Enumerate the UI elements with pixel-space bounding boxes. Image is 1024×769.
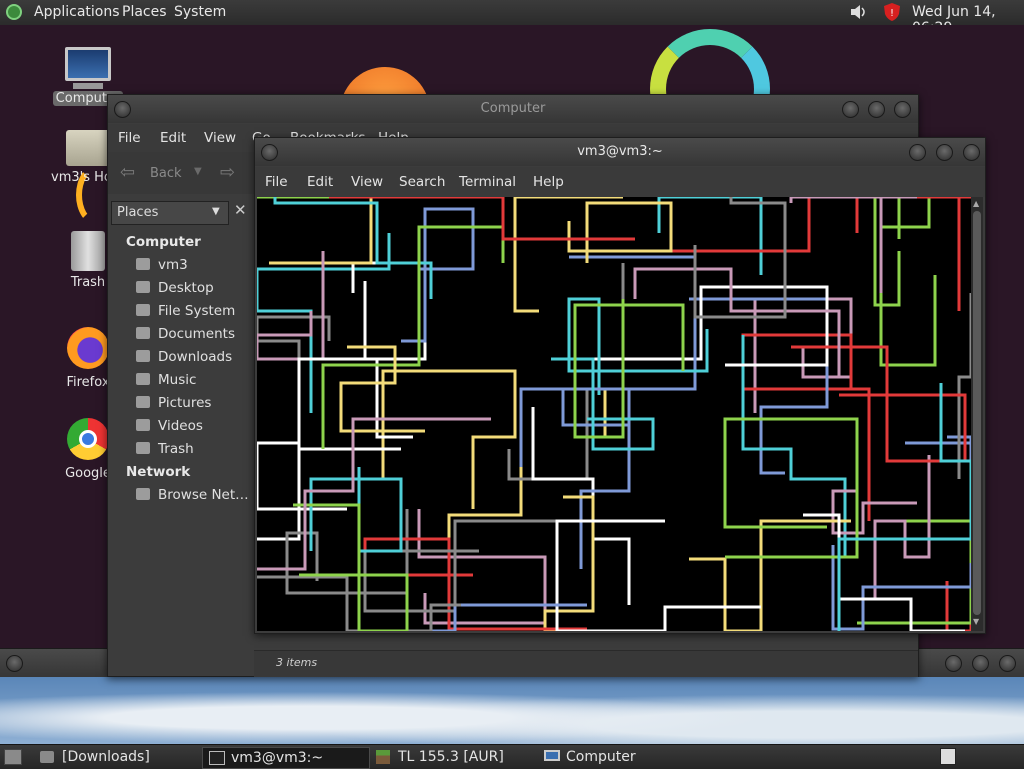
window-menu-button[interactable]	[261, 144, 278, 161]
close-button[interactable]	[963, 144, 980, 161]
places-menu[interactable]: Places	[122, 4, 167, 20]
sidebar-item-desktop[interactable]: Desktop	[108, 277, 254, 300]
show-desktop-icon[interactable]	[4, 749, 22, 765]
trash-icon	[71, 231, 105, 271]
scrollbar-thumb[interactable]	[973, 211, 981, 615]
volume-icon[interactable]	[850, 4, 868, 20]
file-manager-title: Computer	[480, 101, 546, 116]
menu-search[interactable]: Search	[399, 174, 445, 190]
sidebar-item-browse-network[interactable]: Browse Net…	[108, 484, 254, 507]
folder-icon	[136, 327, 150, 339]
desktop-icon-label: Trash	[70, 275, 106, 290]
terminal-scrollbar[interactable]: ▲ ▼	[971, 197, 983, 631]
workspace-switcher-icon[interactable]	[940, 748, 956, 765]
terminal-window: vm3@vm3:~ File Edit View Search Terminal…	[254, 137, 986, 634]
maximize-button[interactable]	[972, 655, 989, 672]
menu-help[interactable]: Help	[533, 174, 564, 190]
terminal-menubar: File Edit View Search Terminal Help	[255, 167, 985, 197]
sidebar-item-pictures[interactable]: Pictures	[108, 392, 254, 415]
drive-icon	[136, 304, 150, 316]
terminal-screen[interactable]	[257, 197, 971, 631]
places-sidebar: Places ▼ ✕ Computer vm3 Desktop File Sys…	[108, 195, 254, 645]
svg-text:!: !	[890, 8, 894, 19]
menu-file[interactable]: File	[265, 174, 288, 190]
taskbar-item-terminal[interactable]: vm3@vm3:~	[202, 747, 370, 769]
computer-icon	[544, 750, 560, 761]
computer-icon	[65, 47, 111, 81]
terminal-titlebar[interactable]: vm3@vm3:~	[255, 138, 985, 166]
folder-icon	[136, 350, 150, 362]
maximize-button[interactable]	[936, 144, 953, 161]
folder-icon	[136, 281, 150, 293]
folder-icon	[136, 419, 150, 431]
folder-icon	[136, 396, 150, 408]
minimize-button[interactable]	[909, 144, 926, 161]
taskbar: [Downloads] vm3@vm3:~ TL 155.3 [AUR] Com…	[0, 744, 1024, 769]
sidebar-item-downloads[interactable]: Downloads	[108, 346, 254, 369]
sidebar-item-trash[interactable]: Trash	[108, 438, 254, 461]
sky-wallpaper	[0, 677, 1024, 745]
minecraft-icon	[376, 750, 390, 764]
back-dropdown-icon[interactable]: ▼	[194, 166, 202, 177]
chrome-icon	[67, 418, 109, 460]
sidebar-heading-computer: Computer	[126, 234, 201, 250]
taskbar-item-minecraft[interactable]: TL 155.3 [AUR]	[372, 747, 532, 767]
menu-edit[interactable]: Edit	[307, 174, 333, 190]
window-menu-button[interactable]	[6, 655, 23, 672]
terminal-icon	[209, 751, 225, 765]
top-panel: Applications Places System ! Wed Jun 14,…	[0, 0, 1024, 36]
terminal-title: vm3@vm3:~	[577, 144, 663, 159]
folder-icon	[40, 751, 54, 763]
sidebar-item-music[interactable]: Music	[108, 369, 254, 392]
menu-view[interactable]: View	[204, 130, 236, 146]
sidebar-item-file-system[interactable]: File System	[108, 300, 254, 323]
menu-file[interactable]: File	[118, 130, 141, 146]
back-arrow-icon[interactable]: ⇦	[120, 162, 135, 183]
trash-icon	[136, 442, 150, 454]
close-sidebar-icon[interactable]: ✕	[234, 201, 247, 219]
menu-terminal[interactable]: Terminal	[459, 174, 516, 190]
desktop-icon-label: Firefox	[66, 375, 110, 390]
distro-logo-icon[interactable]	[6, 4, 22, 20]
sidebar-heading-network: Network	[126, 464, 191, 480]
shield-update-icon[interactable]: !	[882, 2, 902, 22]
applications-menu[interactable]: Applications	[34, 4, 120, 20]
window-menu-button[interactable]	[114, 101, 131, 118]
forward-arrow-icon[interactable]: ⇨	[220, 162, 235, 183]
folder-icon	[136, 373, 150, 385]
home-folder-icon	[66, 130, 110, 166]
places-selector[interactable]: Places ▼	[111, 201, 229, 225]
sidebar-item-vm3[interactable]: vm3	[108, 254, 254, 277]
home-icon	[136, 258, 150, 270]
chevron-down-icon: ▼	[212, 206, 220, 217]
file-manager-titlebar[interactable]: Computer	[108, 95, 918, 123]
back-button[interactable]: Back	[150, 166, 182, 181]
file-manager-statusbar: 3 items	[254, 650, 918, 677]
minimize-button[interactable]	[842, 101, 859, 118]
close-button[interactable]	[894, 101, 911, 118]
taskbar-item-downloads[interactable]: [Downloads]	[36, 747, 196, 767]
minimize-button[interactable]	[945, 655, 962, 672]
sidebar-item-videos[interactable]: Videos	[108, 415, 254, 438]
sidebar-item-documents[interactable]: Documents	[108, 323, 254, 346]
network-icon	[136, 488, 150, 500]
firefox-icon	[67, 327, 109, 369]
menu-view[interactable]: View	[351, 174, 383, 190]
system-menu[interactable]: System	[174, 4, 226, 20]
close-button[interactable]	[999, 655, 1016, 672]
places-selector-label: Places	[117, 205, 159, 220]
menu-edit[interactable]: Edit	[160, 130, 186, 146]
maximize-button[interactable]	[868, 101, 885, 118]
scrollbar-up-icon[interactable]: ▲	[973, 199, 979, 208]
status-item-count: 3 items	[276, 656, 318, 669]
scrollbar-down-icon[interactable]: ▼	[973, 617, 979, 626]
taskbar-item-computer[interactable]: Computer	[540, 747, 700, 767]
